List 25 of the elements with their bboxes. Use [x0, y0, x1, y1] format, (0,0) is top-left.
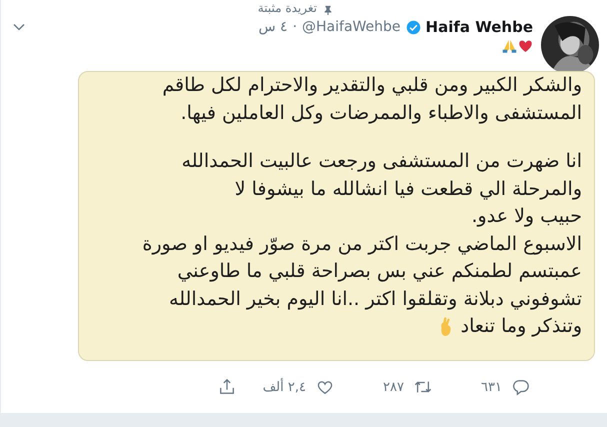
image-text-line: الاسبوع الماضي جربت اكتر من مرة صوّر فيديو او صورة — [142, 232, 582, 257]
text-image[interactable] — [78, 71, 595, 361]
image-text-line: والشكر الكبير ومن قلبي والتقدير والاحترام لكل طاقم — [162, 73, 582, 98]
author-name[interactable]: Haifa Wehbe — [426, 18, 533, 36]
tweet-time[interactable]: ٤ س — [258, 19, 288, 35]
like-icon[interactable] — [316, 378, 334, 396]
reply-icon[interactable] — [512, 378, 530, 396]
image-text-line: انا ضهرت من المستشفى ورجعت عالبيت الحمدالله — [182, 149, 582, 174]
action-count: ٢٨٧ — [383, 380, 404, 394]
pinned-label: تغريدة مثبتة — [258, 2, 317, 15]
image-text-line: تشوفوني دبلانة وتقلقوا اكتر ..انا اليوم بخير الحمدالله — [169, 286, 582, 312]
action-count: ٢,٤ ألف — [262, 380, 306, 394]
image-text-line: المستشفى والاطباء والممرضات وكل العاملين فيها. — [180, 100, 582, 126]
separator-dot: · — [292, 19, 298, 35]
share-icon[interactable] — [218, 378, 236, 396]
image-text-line: والمرحلة الي قطعت فيا انشالله ما بيشوفا لا — [234, 176, 582, 202]
author-handle[interactable]: @HaifaWehbe — [302, 19, 401, 35]
chevron-down-icon[interactable] — [13, 23, 25, 31]
image-text-line: حبيب ولا عدو. — [472, 204, 582, 229]
image-text-line: عمبتسم لطمنكم عني بس بصراحة قلبي ما طاوعني — [177, 259, 582, 284]
action-count: ٦٣١ — [481, 380, 502, 394]
pin-icon — [323, 5, 333, 15]
heart-icon — [518, 38, 533, 54]
praying-hands-icon — [502, 38, 517, 54]
image-text-line: وتنذكر وما تنعاد — [460, 314, 582, 339]
